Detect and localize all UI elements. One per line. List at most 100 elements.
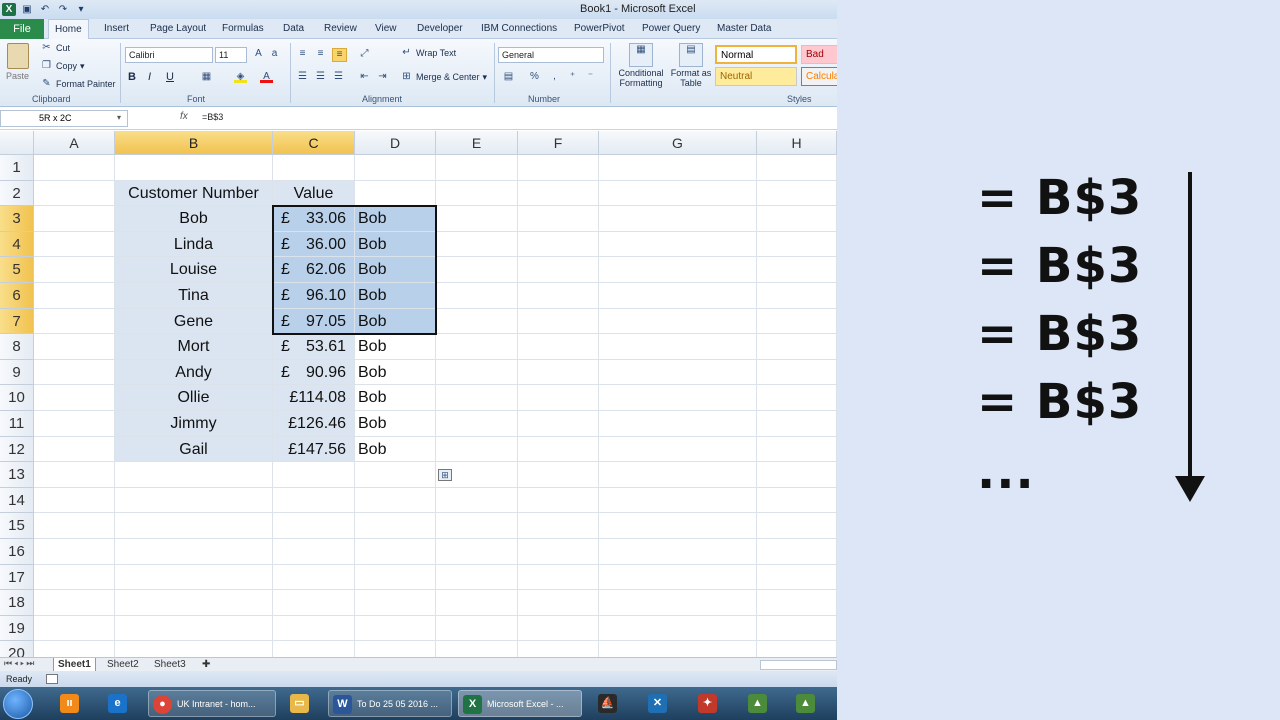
cell-b10[interactable]: Ollie [115, 385, 273, 411]
tab-review[interactable]: Review [318, 19, 363, 39]
row-header-19[interactable]: 19 [0, 615, 34, 642]
cell-g10[interactable] [599, 385, 757, 411]
cell-c2[interactable]: Value [273, 180, 355, 207]
row-header-7[interactable]: 7 [0, 308, 34, 335]
row-header-17[interactable]: 17 [0, 564, 34, 591]
column-header-a[interactable]: A [34, 131, 115, 155]
cell-g11[interactable] [599, 411, 757, 437]
select-all-corner[interactable] [0, 131, 34, 155]
cell-a9[interactable] [34, 359, 115, 386]
tab-ibm-connections[interactable]: IBM Connections [475, 19, 563, 39]
cell-f8[interactable] [518, 334, 599, 360]
row-header-6[interactable]: 6 [0, 283, 34, 309]
start-button[interactable] [3, 689, 33, 719]
formula-input[interactable]: =B$3 [202, 112, 223, 122]
tab-formulas[interactable]: Formulas [216, 19, 270, 39]
row-header-14[interactable]: 14 [0, 487, 34, 514]
cell-a19[interactable] [34, 615, 115, 642]
cell-f19[interactable] [518, 615, 599, 642]
horizontal-scrollbar[interactable] [760, 660, 837, 670]
cell-c14[interactable] [273, 487, 355, 514]
row-header-2[interactable]: 2 [0, 180, 34, 207]
name-box-dropdown-icon[interactable]: ▾ [117, 113, 121, 122]
taskbar-ie[interactable]: e [100, 690, 136, 717]
align-middle-button[interactable]: ≡ [314, 48, 327, 60]
cell-g15[interactable] [599, 513, 757, 539]
row-header-3[interactable]: 3 [0, 206, 34, 232]
cell-c18[interactable] [273, 590, 355, 616]
cell-d12[interactable]: Bob [355, 436, 436, 463]
cell-d2[interactable] [355, 180, 436, 207]
cell-b4[interactable]: Linda [115, 231, 273, 258]
row-header-4[interactable]: 4 [0, 231, 34, 258]
increase-indent-button[interactable]: ⇥ [376, 71, 389, 83]
column-header-d[interactable]: D [355, 131, 436, 155]
accounting-format-button[interactable]: ▤ [502, 71, 515, 83]
cell-h3[interactable] [757, 206, 837, 232]
column-header-c[interactable]: C [273, 131, 355, 155]
cell-b13[interactable] [115, 462, 273, 488]
cell-d6[interactable]: Bob [355, 283, 436, 309]
tab-view[interactable]: View [369, 19, 403, 39]
cell-b9[interactable]: Andy [115, 359, 273, 386]
cell-a16[interactable] [34, 539, 115, 565]
row-header-11[interactable]: 11 [0, 411, 34, 437]
cell-b5[interactable]: Louise [115, 257, 273, 283]
cell-g13[interactable] [599, 462, 757, 488]
cell-d17[interactable] [355, 564, 436, 591]
cell-g8[interactable] [599, 334, 757, 360]
increase-decimal-button[interactable]: ⁺ [566, 71, 579, 83]
cell-h2[interactable] [757, 180, 837, 207]
tab-file[interactable]: File [0, 19, 44, 39]
font-size-select[interactable]: 11 [215, 47, 247, 63]
cell-f17[interactable] [518, 564, 599, 591]
grow-font-button[interactable]: A [252, 48, 265, 60]
tab-home[interactable]: Home [48, 19, 89, 40]
cell-c1[interactable] [273, 155, 355, 181]
cell-f16[interactable] [518, 539, 599, 565]
format-as-table-button[interactable]: ▤ Format as Table [670, 43, 712, 88]
cell-d19[interactable] [355, 615, 436, 642]
tab-master-data[interactable]: Master Data [711, 19, 777, 39]
tab-developer[interactable]: Developer [411, 19, 469, 39]
cell-h1[interactable] [757, 155, 837, 181]
taskbar-explorer[interactable]: ▭ [284, 690, 318, 717]
cell-h17[interactable] [757, 564, 837, 591]
cell-g5[interactable] [599, 257, 757, 283]
tab-page-layout[interactable]: Page Layout [144, 19, 212, 39]
cut-button[interactable]: ✂ Cut [40, 42, 70, 54]
column-header-g[interactable]: G [599, 131, 757, 155]
align-bottom-button[interactable]: ≡ [332, 48, 347, 62]
cell-g7[interactable] [599, 308, 757, 335]
style-normal[interactable]: Normal [715, 45, 797, 64]
row-header-13[interactable]: 13 [0, 462, 34, 488]
cell-f5[interactable] [518, 257, 599, 283]
cell-c16[interactable] [273, 539, 355, 565]
cell-b3[interactable]: Bob [115, 206, 273, 232]
cell-c15[interactable] [273, 513, 355, 539]
row-header-10[interactable]: 10 [0, 385, 34, 411]
row-header-12[interactable]: 12 [0, 436, 34, 463]
cell-h8[interactable] [757, 334, 837, 360]
spreadsheet-grid[interactable]: A B C D E F G H 1 2 Customer Number Value 3 Bob £33.06… [0, 131, 837, 667]
cell-h7[interactable] [757, 308, 837, 335]
cell-h4[interactable] [757, 231, 837, 258]
cell-a17[interactable] [34, 564, 115, 591]
row-header-16[interactable]: 16 [0, 539, 34, 565]
cell-f4[interactable] [518, 231, 599, 258]
cell-d14[interactable] [355, 487, 436, 514]
cell-h18[interactable] [757, 590, 837, 616]
taskbar-chrome[interactable]: ● UK Intranet - hom... [148, 690, 276, 717]
cell-a8[interactable] [34, 334, 115, 360]
cell-e14[interactable] [436, 487, 518, 514]
taskbar-app-ship[interactable]: ⛵ [592, 690, 626, 717]
column-header-b[interactable]: B [115, 131, 273, 155]
tab-data[interactable]: Data [277, 19, 310, 39]
cell-e2[interactable] [436, 180, 518, 207]
cell-b2[interactable]: Customer Number [115, 180, 273, 207]
cell-a1[interactable] [34, 155, 115, 181]
cell-e12[interactable] [436, 436, 518, 463]
cell-d15[interactable] [355, 513, 436, 539]
cell-e15[interactable] [436, 513, 518, 539]
taskbar-excel[interactable]: X Microsoft Excel - ... [458, 690, 582, 717]
